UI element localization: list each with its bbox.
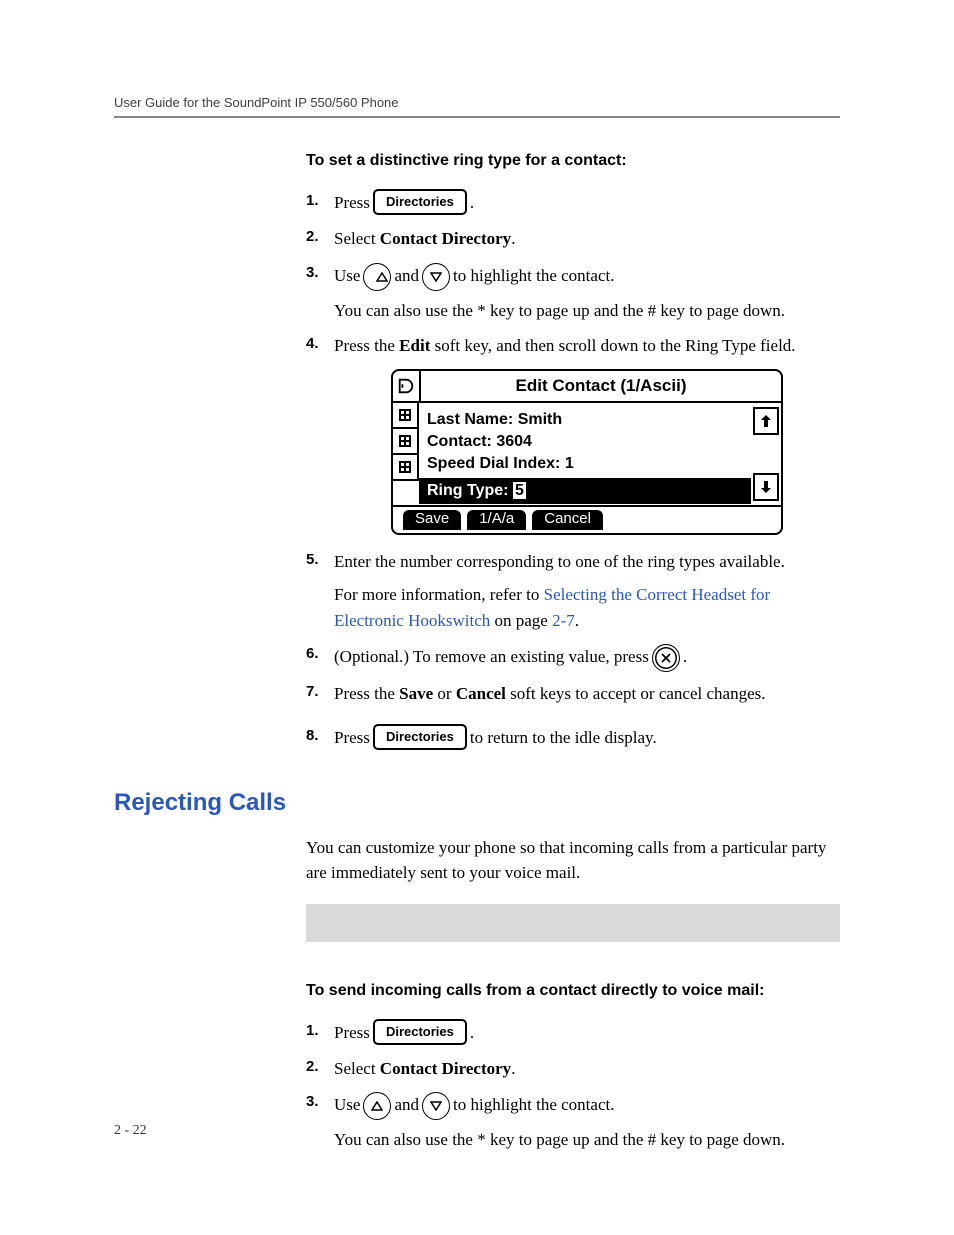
step-3: Use and to highlight the contact. You ca… [306,262,840,324]
step-5: Enter the number corresponding to one of… [306,549,840,634]
step-3: Use and to highlight the contact. You ca… [306,1091,840,1153]
step-text: to return to the idle display. [470,725,657,751]
step-7: Press the Save or Cancel soft keys to ac… [306,681,840,707]
step-bold: Contact Directory [380,229,511,248]
step-text: to highlight the contact. [453,1092,614,1118]
directories-key: Directories [373,724,467,750]
scroll-up-icon [753,407,779,435]
step-text: Press the [334,336,399,355]
step-2: Select Contact Directory. [306,226,840,252]
down-arrow-key-icon [422,1092,450,1120]
step-text: . [511,229,515,248]
step-subtext: on page [490,611,552,630]
down-arrow-key-icon [422,263,450,291]
page-number: 2 - 22 [114,1123,147,1139]
step-2: Select Contact Directory. [306,1056,840,1082]
field-label: Contact: [427,433,492,450]
step-bold: Cancel [456,684,506,703]
step-text: Select [334,229,380,248]
step-4: Press the Edit soft key, and then scroll… [306,333,840,535]
field-value: 5 [513,482,526,499]
line-icon [393,403,419,429]
step-text: . [511,1059,515,1078]
field-label: Ring Type: [427,482,508,499]
step-subtext: You can also use the * key to page up an… [334,298,840,324]
step-bold: Contact Directory [380,1059,511,1078]
step-bold: Edit [399,336,430,355]
step-text: and [394,263,419,289]
step-subtext: You can also use the * key to page up an… [334,1127,840,1153]
running-header: User Guide for the SoundPoint IP 550/560… [114,95,840,110]
field-value: 3604 [496,433,532,450]
field-label: Last Name: [427,411,513,428]
step-text: Select [334,1059,380,1078]
selected-field-row: Ring Type: 5 [419,478,751,504]
step-text: soft key, and then scroll down to the Ri… [430,336,795,355]
delete-key-icon [652,644,680,672]
page-ref-link[interactable]: 2-7 [552,611,575,630]
field-label: Speed Dial Index: [427,455,560,472]
procedure-1-steps: Press Directories . Select Contact Direc… [306,190,840,751]
field-value: 1 [565,455,574,472]
step-8: Press Directories to return to the idle … [306,725,840,751]
step-text: (Optional.) To remove an existing value,… [334,644,649,670]
step-1: Press Directories . [306,190,840,216]
step-text: Enter the number corresponding to one of… [334,552,785,571]
line-icon [393,455,419,481]
lcd-title: Edit Contact (1/Ascii) [421,371,781,401]
softkey-save: Save [403,510,461,530]
step-text: or [433,684,456,703]
procedure-1-title: To set a distinctive ring type for a con… [306,152,840,170]
step-text: Press [334,190,370,216]
step-bold: Save [399,684,433,703]
up-arrow-key-icon [363,1092,391,1120]
lcd-fields: Last Name: Smith Contact: 3604 Speed Dia… [419,403,751,505]
field-value: Smith [518,411,562,428]
step-text: Use [334,1092,360,1118]
step-subtext: . [575,611,579,630]
step-text: Use [334,263,360,289]
step-text: . [470,1020,474,1046]
step-text: . [683,644,687,670]
header-rule [114,116,840,118]
section-intro: You can customize your phone so that inc… [306,835,840,886]
step-6: (Optional.) To remove an existing value,… [306,643,840,671]
softkey-mode: 1/A/a [467,510,526,530]
line-icon [393,429,419,455]
lcd-title-icon [393,371,421,401]
step-text: Press the [334,684,399,703]
lcd-softkeys: Save 1/A/a Cancel [393,507,781,533]
note-placeholder [306,904,840,942]
line-blank [393,481,419,505]
directories-key: Directories [373,1019,467,1045]
procedure-2-title: To send incoming calls from a contact di… [306,982,840,1000]
step-text: soft keys to accept or cancel changes. [506,684,766,703]
procedure-2-steps: Press Directories . Select Contact Direc… [306,1020,840,1153]
phone-lcd-screenshot: Edit Contact (1/Ascii) Last Name: Smith … [391,369,783,535]
step-text: to highlight the contact. [453,263,614,289]
step-text: and [394,1092,419,1118]
step-subtext: For more information, refer to [334,585,544,604]
scroll-down-icon [753,473,779,501]
step-text: Press [334,725,370,751]
section-heading-rejecting-calls: Rejecting Calls [114,789,840,817]
step-text: . [470,190,474,216]
lcd-line-icons [393,403,419,505]
directories-key: Directories [373,189,467,215]
step-1: Press Directories . [306,1020,840,1046]
up-arrow-key-icon [363,263,391,291]
step-text: Press [334,1020,370,1046]
softkey-cancel: Cancel [532,510,603,530]
